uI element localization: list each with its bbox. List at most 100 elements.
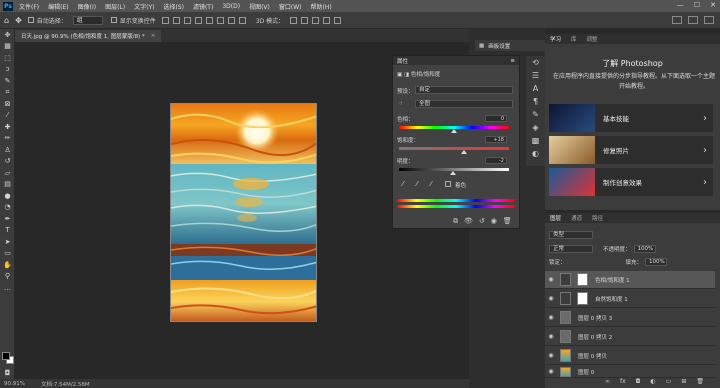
3d-scale-icon[interactable] xyxy=(334,16,342,24)
eyedropper-icon[interactable]: ⁄ xyxy=(399,180,407,188)
close-tab-icon[interactable]: × xyxy=(151,33,156,39)
crop-icon[interactable]: ⌗ xyxy=(0,87,15,99)
eye-icon[interactable]: ◉ xyxy=(545,276,557,283)
layer-row[interactable]: ◉ 图层 0 拷贝 2 xyxy=(545,328,715,346)
distribute-icon[interactable] xyxy=(227,16,235,24)
align-top-icon[interactable] xyxy=(194,16,202,24)
eye-icon[interactable]: ◉ xyxy=(545,352,557,359)
foreground-color-swatch[interactable] xyxy=(2,352,10,360)
align-left-icon[interactable] xyxy=(161,16,169,24)
3d-rotate-icon[interactable] xyxy=(290,16,298,24)
menu-3d[interactable]: 3D(D) xyxy=(222,3,240,10)
menu-select[interactable]: 选择(S) xyxy=(163,2,184,11)
healing-brush-icon[interactable]: ✚ xyxy=(0,121,15,133)
link-layers-icon[interactable]: ∞ xyxy=(605,378,610,385)
zoom-icon[interactable]: ⚲ xyxy=(0,271,15,283)
color-swatches[interactable] xyxy=(2,352,14,364)
eye-icon[interactable]: ◉ xyxy=(545,368,557,375)
adjustments-icon[interactable]: ◐ xyxy=(526,147,545,160)
move-tool-icon[interactable]: ✥ xyxy=(15,16,22,25)
learn-card-fix-photo[interactable]: 修复照片 › xyxy=(549,136,713,164)
more-options-icon[interactable] xyxy=(238,16,246,24)
move-icon[interactable]: ✥ xyxy=(0,29,15,41)
lightness-slider-thumb[interactable] xyxy=(449,171,456,175)
menu-help[interactable]: 帮助(H) xyxy=(311,2,332,11)
align-middle-icon[interactable] xyxy=(205,16,213,24)
layer-mask-thumbnail[interactable] xyxy=(577,292,588,305)
minimize-button[interactable]: — xyxy=(677,1,684,9)
show-transform-checkbox[interactable] xyxy=(110,17,117,23)
history-icon[interactable]: ⟲ xyxy=(526,56,545,69)
align-center-icon[interactable] xyxy=(172,16,180,24)
tab-channels[interactable]: 通道 xyxy=(571,214,582,222)
quick-mask-icon[interactable]: ◘ xyxy=(0,367,15,379)
eye-icon[interactable]: ◉ xyxy=(545,314,557,321)
eyedropper-icon[interactable]: ⁄ xyxy=(0,110,15,122)
properties-icon[interactable]: ☰ xyxy=(526,69,545,82)
learn-card-creative-effects[interactable]: 制作创意效果 › xyxy=(549,168,713,196)
opacity-field[interactable]: 100% xyxy=(633,245,656,253)
panel-menu-icon[interactable]: ≡ xyxy=(510,58,515,64)
brush-settings-icon[interactable]: ✎ xyxy=(526,108,545,121)
maximize-button[interactable]: ☐ xyxy=(694,1,700,9)
pen-icon[interactable]: ✒ xyxy=(0,213,15,225)
menu-image[interactable]: 图像(I) xyxy=(78,2,96,11)
learn-card-basic-skills[interactable]: 基本技能 › xyxy=(549,104,713,132)
eye-icon[interactable]: ◉ xyxy=(545,333,557,340)
tab-layers[interactable]: 图层 xyxy=(550,214,561,222)
more-tools-icon[interactable]: … xyxy=(0,282,15,294)
blend-mode-dropdown[interactable]: 正常 xyxy=(549,245,593,253)
lasso-icon[interactable]: ↄ xyxy=(0,64,15,76)
dodge-icon[interactable]: ◔ xyxy=(0,202,15,214)
stamp-icon[interactable]: ♙ xyxy=(0,144,15,156)
blur-icon[interactable]: ● xyxy=(0,190,15,202)
add-mask-icon[interactable]: ◘ xyxy=(636,378,641,385)
eyedropper-plus-icon[interactable]: ⁄ xyxy=(413,180,421,188)
menu-view[interactable]: 视图(V) xyxy=(249,2,270,11)
tab-adjustments[interactable]: 调整 xyxy=(587,35,598,43)
history-brush-icon[interactable]: ↺ xyxy=(0,156,15,168)
eyedropper-minus-icon[interactable]: ⁄ xyxy=(427,180,435,188)
document-tab[interactable]: 日天.jpg @ 90.9% (色相/饱和度 1, 图层蒙版/8) * × xyxy=(15,30,162,42)
3d-roll-icon[interactable] xyxy=(301,16,309,24)
swatches-icon[interactable]: ▩ xyxy=(526,134,545,147)
tab-learn[interactable]: 学习 xyxy=(550,35,561,43)
artboard-icon[interactable]: ▦ xyxy=(0,41,15,53)
saturation-value-field[interactable]: +18 xyxy=(485,136,507,143)
fx-icon[interactable]: fx xyxy=(620,378,626,385)
auto-select-dropdown[interactable]: 组 xyxy=(72,15,103,25)
brush-icon[interactable]: ✏ xyxy=(0,133,15,145)
on-image-adjust-icon[interactable]: ☝ xyxy=(399,101,402,107)
layer-row[interactable]: ◉ 图层 0 xyxy=(545,366,715,378)
reset-icon[interactable]: ↺ xyxy=(479,217,485,226)
3d-slide-icon[interactable] xyxy=(323,16,331,24)
layer-filter-dropdown[interactable]: 类型 xyxy=(549,231,593,239)
rectangle-icon[interactable]: ▭ xyxy=(0,248,15,260)
artboard-settings-button[interactable]: ▦ 画板设置 xyxy=(475,40,545,51)
saturation-slider-thumb[interactable] xyxy=(460,150,467,154)
fill-field[interactable]: 100% xyxy=(645,258,668,266)
lightness-value-field[interactable]: -2 xyxy=(485,157,507,164)
marquee-icon[interactable]: ⬚ xyxy=(0,52,15,64)
new-adjustment-icon[interactable]: ◐ xyxy=(650,378,655,385)
menu-file[interactable]: 文件(F) xyxy=(19,2,39,11)
menu-filter[interactable]: 滤镜(T) xyxy=(193,2,213,11)
workspace-icon[interactable] xyxy=(688,16,698,24)
document-canvas-image[interactable] xyxy=(170,103,317,322)
eraser-icon[interactable]: ▱ xyxy=(0,167,15,179)
menu-edit[interactable]: 编辑(E) xyxy=(48,2,68,11)
layer-row[interactable]: ◉ 图层 0 拷贝 xyxy=(545,347,715,365)
eye-icon[interactable]: ◉ xyxy=(545,295,557,302)
search-icon[interactable] xyxy=(672,16,682,24)
layer-row[interactable]: ◉ 图层 0 拷贝 3 xyxy=(545,309,715,327)
channel-dropdown[interactable]: 全图 xyxy=(415,100,513,108)
gradient-icon[interactable]: ▤ xyxy=(0,179,15,191)
align-right-icon[interactable] xyxy=(183,16,191,24)
share-icon[interactable] xyxy=(704,16,714,24)
hand-icon[interactable]: ✋ xyxy=(0,259,15,271)
menu-type[interactable]: 文字(Y) xyxy=(134,2,154,11)
layer-row[interactable]: ◉ 色相/饱和度 1 xyxy=(545,271,715,289)
view-previous-icon[interactable]: 👁 xyxy=(464,217,473,226)
menu-window[interactable]: 窗口(W) xyxy=(279,2,302,11)
hue-slider-thumb[interactable] xyxy=(451,129,457,133)
